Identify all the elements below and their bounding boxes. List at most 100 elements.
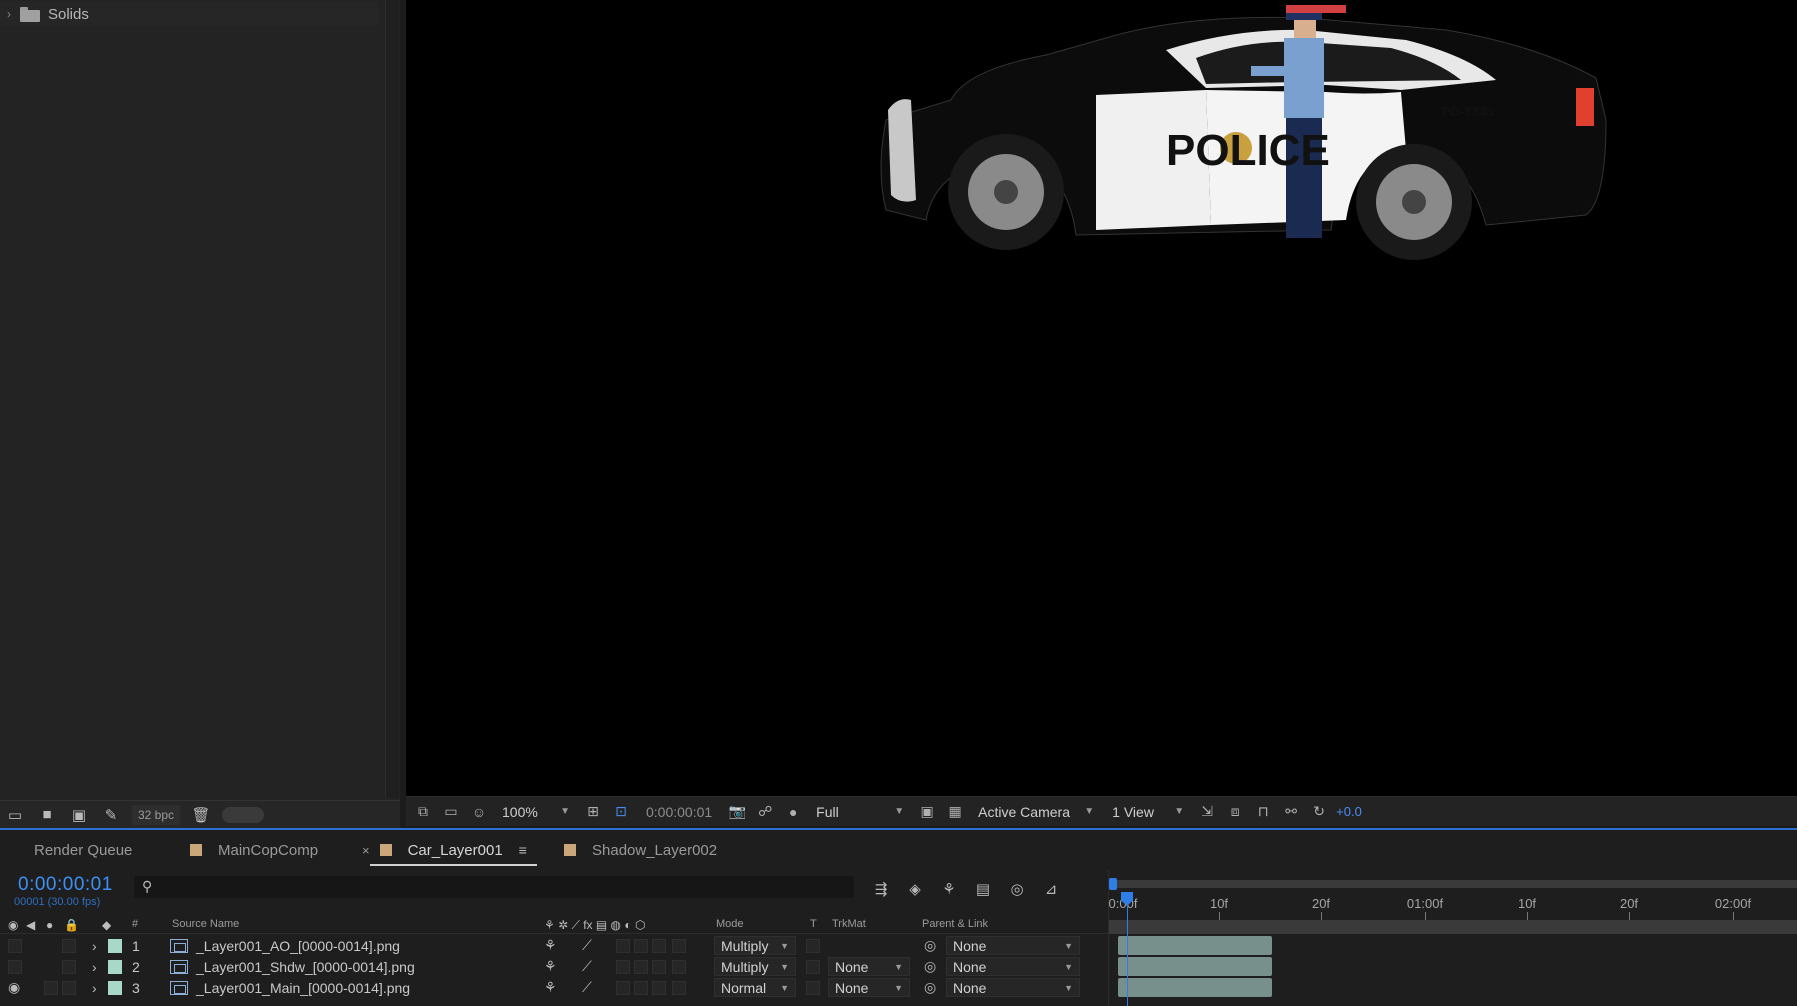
timeline-icon[interactable]: ⊓ bbox=[1252, 801, 1274, 823]
layer-row-1[interactable]: › 1 _Layer001_AO_[0000-0014].png ⚘ ⟋ Mul… bbox=[0, 935, 1108, 956]
bit-depth-button[interactable]: 32 bpc bbox=[132, 804, 181, 825]
shy-switch-icon[interactable]: ⚘ bbox=[544, 977, 557, 998]
project-folder-solids[interactable]: › Solids bbox=[0, 2, 378, 26]
quality-switch-icon[interactable]: ⟋ bbox=[582, 977, 592, 998]
track-matte-select[interactable]: None ▼ bbox=[828, 957, 910, 976]
audio-icon[interactable]: ◀ bbox=[26, 918, 35, 932]
region-of-interest-icon[interactable]: ⊡ bbox=[610, 801, 632, 823]
visibility-toggle[interactable] bbox=[8, 938, 22, 953]
lock-icon[interactable]: 🔒 bbox=[64, 918, 79, 932]
layer-row-3[interactable]: ◉ › 3 _Layer001_Main_[0000-0014].png ⚘ ⟋… bbox=[0, 977, 1108, 998]
lock-toggle[interactable] bbox=[62, 938, 76, 953]
composition-viewer[interactable]: POLICE PD-3343 bbox=[406, 0, 1797, 796]
tab-render-queue[interactable]: Render Queue bbox=[24, 830, 142, 870]
time-ruler[interactable]: 0:00f 10f 20f 01:00f 10f 20f 02:00f bbox=[1109, 892, 1797, 920]
layer-label-color[interactable] bbox=[108, 959, 122, 974]
parent-select[interactable]: None ▼ bbox=[946, 978, 1080, 997]
layer-duration-bar-2[interactable] bbox=[1118, 957, 1272, 976]
graph-editor-icon[interactable]: ⊿ bbox=[1040, 878, 1062, 900]
solo-toggle[interactable] bbox=[44, 980, 58, 995]
blend-mode-select[interactable]: Multiply ▼ bbox=[714, 936, 796, 955]
motion-blur-icon[interactable]: ◎ bbox=[1006, 878, 1028, 900]
switch-box[interactable] bbox=[672, 980, 686, 995]
layer-source-name[interactable]: _Layer001_AO_[0000-0014].png bbox=[196, 935, 400, 956]
pickwhip-icon[interactable]: ◎ bbox=[924, 956, 936, 977]
switch-box[interactable] bbox=[672, 959, 686, 974]
channels-icon[interactable]: ● bbox=[782, 801, 804, 823]
viewer-timecode[interactable]: 0:00:00:01 bbox=[638, 804, 720, 820]
switch-box[interactable] bbox=[672, 938, 686, 953]
lock-toggle[interactable] bbox=[62, 980, 76, 995]
switch-box[interactable] bbox=[616, 938, 630, 953]
lock-toggle[interactable] bbox=[62, 959, 76, 974]
monitor-icon[interactable]: ▭ bbox=[440, 801, 462, 823]
camera-select[interactable]: Active Camera ▼ bbox=[972, 801, 1100, 823]
pickwhip-icon[interactable]: ◎ bbox=[924, 935, 936, 956]
switch-box[interactable] bbox=[652, 959, 666, 974]
preserve-transparency-toggle[interactable] bbox=[806, 959, 820, 974]
layer-duration-bar-1[interactable] bbox=[1118, 936, 1272, 955]
layer-duration-bar-3[interactable] bbox=[1118, 978, 1272, 997]
fit-icon[interactable]: ⊞ bbox=[582, 801, 604, 823]
switch-box[interactable] bbox=[634, 959, 648, 974]
label-icon[interactable]: ◆ bbox=[102, 918, 111, 932]
switch-box[interactable] bbox=[652, 938, 666, 953]
switch-box[interactable] bbox=[616, 959, 630, 974]
tab-car-layer001[interactable]: × Car_Layer001 ≡ bbox=[352, 830, 537, 870]
panel-menu-icon[interactable]: ≡ bbox=[519, 842, 527, 858]
chevron-right-icon[interactable]: › bbox=[92, 935, 97, 956]
switch-box[interactable] bbox=[652, 980, 666, 995]
work-area-bar[interactable] bbox=[1109, 920, 1797, 934]
fast-previews-icon[interactable]: ▣ bbox=[916, 801, 938, 823]
fast-draft-icon[interactable]: ⧈ bbox=[1224, 801, 1246, 823]
chevron-right-icon[interactable]: › bbox=[0, 7, 18, 21]
blend-mode-select[interactable]: Multiply ▼ bbox=[714, 957, 796, 976]
chevron-right-icon[interactable]: › bbox=[92, 977, 97, 998]
project-scrollbar[interactable] bbox=[385, 0, 399, 798]
transparency-grid-icon[interactable]: ▦ bbox=[944, 801, 966, 823]
tab-maincopcomp[interactable]: MainCopComp bbox=[180, 830, 328, 870]
close-icon[interactable]: × bbox=[362, 843, 370, 858]
layer-search-input[interactable]: ⚲ bbox=[134, 876, 854, 898]
layer-row-2[interactable]: › 2 _Layer001_Shdw_[0000-0014].png ⚘ ⟋ M… bbox=[0, 956, 1108, 977]
parent-select[interactable]: None ▼ bbox=[946, 936, 1080, 955]
view-layout-select[interactable]: 1 View ▼ bbox=[1106, 801, 1190, 823]
exposure-value[interactable]: +0.0 bbox=[1336, 804, 1362, 819]
eye-icon[interactable]: ◉ bbox=[8, 977, 20, 998]
thumbnail-slider[interactable] bbox=[222, 806, 265, 823]
chevron-right-icon[interactable]: › bbox=[92, 956, 97, 977]
new-composition-icon[interactable]: ▣ bbox=[68, 805, 90, 825]
shy-switch-icon[interactable]: ⚘ bbox=[544, 956, 557, 977]
snapshot-icon[interactable]: 📷 bbox=[726, 801, 748, 823]
shy-layers-icon[interactable]: ⚘ bbox=[938, 878, 960, 900]
switch-box[interactable] bbox=[616, 980, 630, 995]
new-folder-icon[interactable]: ■ bbox=[36, 805, 58, 825]
blend-mode-select[interactable]: Normal ▼ bbox=[714, 978, 796, 997]
solo-icon[interactable]: ● bbox=[46, 918, 53, 932]
layer-source-name[interactable]: _Layer001_Shdw_[0000-0014].png bbox=[196, 956, 415, 977]
layer-label-color[interactable] bbox=[108, 980, 122, 995]
column-source-name[interactable]: Source Name bbox=[172, 918, 239, 930]
reset-exposure-icon[interactable]: ↻ bbox=[1308, 801, 1330, 823]
adjust-icon[interactable]: ✎ bbox=[100, 805, 122, 825]
zoom-select[interactable]: 100% ▼ bbox=[496, 801, 576, 823]
eye-icon[interactable]: ◉ bbox=[8, 918, 18, 932]
comp-flowchart-icon[interactable]: ⇶ bbox=[870, 878, 892, 900]
tab-shadow-layer002[interactable]: Shadow_Layer002 bbox=[554, 830, 727, 870]
shy-switch-icon[interactable]: ⚘ bbox=[544, 935, 557, 956]
preserve-transparency-toggle[interactable] bbox=[806, 980, 820, 995]
resolution-select[interactable]: Full ▼ bbox=[810, 801, 910, 823]
mask-icon[interactable]: ☺ bbox=[468, 801, 490, 823]
time-graph[interactable]: 0:00f 10f 20f 01:00f 10f 20f 02:00f bbox=[1108, 870, 1797, 1006]
current-time-display[interactable]: 0:00:00:01 bbox=[18, 874, 113, 896]
preserve-transparency-toggle[interactable] bbox=[806, 938, 820, 953]
playhead-line[interactable] bbox=[1127, 894, 1128, 1006]
toggle-pixel-aspect-icon[interactable]: ⇲ bbox=[1196, 801, 1218, 823]
switch-box[interactable] bbox=[634, 980, 648, 995]
parent-select[interactable]: None ▼ bbox=[946, 957, 1080, 976]
trash-icon[interactable]: 🗑 bbox=[190, 805, 212, 825]
draft-3d-icon[interactable]: ◈ bbox=[904, 878, 926, 900]
layer-label-color[interactable] bbox=[108, 938, 122, 953]
time-navigator-start-handle[interactable] bbox=[1109, 878, 1117, 890]
track-matte-select[interactable]: None ▼ bbox=[828, 978, 910, 997]
